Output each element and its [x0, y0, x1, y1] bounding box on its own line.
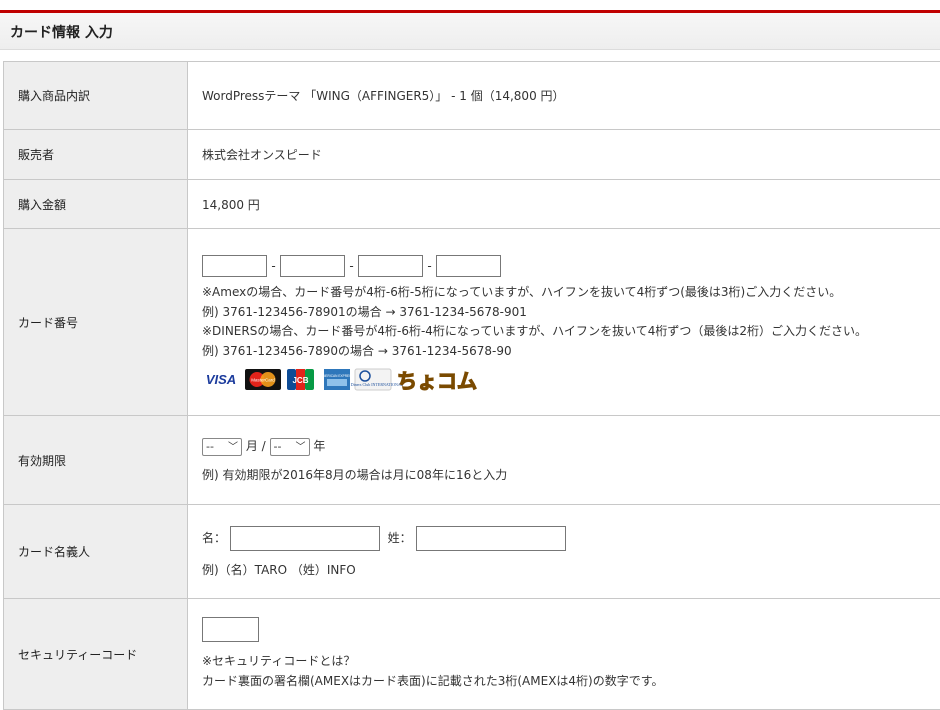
section-header: カード情報 入力 — [0, 13, 940, 50]
seller-label: 販売者 — [4, 130, 188, 180]
card-logos-svg: VISA MasterCard JCB — [202, 365, 482, 393]
last-name-input[interactable] — [416, 526, 566, 551]
row-seller: 販売者 株式会社オンスピード — [4, 130, 940, 180]
row-card-number: カード番号 - - - ※Amexの場合、カード番号が4桁-6桁-5桁になっています… — [4, 229, 940, 416]
svg-text:AMERICAN EXPRESS: AMERICAN EXPRESS — [321, 374, 354, 378]
page-title: カード情報 入力 — [10, 22, 113, 42]
holder-example: 例)（名）TARO （姓）INFO — [202, 561, 940, 578]
row-amount: 購入金額 14,800 円 — [4, 180, 940, 229]
card-dash-1: - — [267, 259, 280, 273]
security-note-title: ※セキュリティコードとは？ — [202, 652, 940, 672]
first-name-label: 名： — [202, 531, 226, 545]
svg-text:MasterCard: MasterCard — [251, 378, 275, 383]
card-number-input-1[interactable] — [202, 255, 267, 277]
chevron-down-icon: ﹀ — [296, 440, 306, 456]
item-value: WordPressテーマ 「WING（AFFINGER5）」 - 1 個（14,… — [188, 62, 940, 130]
card-form-table: 購入商品内訳 WordPressテーマ 「WING（AFFINGER5）」 - … — [3, 61, 940, 710]
chevron-down-icon: ﹀ — [228, 440, 238, 456]
holder-label: カード名義人 — [4, 505, 188, 599]
diners-logo: Diners Club INTERNATIONAL — [351, 369, 404, 390]
card-brand-logos: VISA MasterCard JCB — [202, 365, 940, 391]
amex-note: ※Amexの場合、カード番号が4桁-6桁-5桁になっていますが、ハイフンを抜いて… — [202, 283, 940, 303]
card-dash-2: - — [345, 259, 358, 273]
expiry-year-select[interactable]: -- ﹀ — [270, 438, 310, 456]
card-number-label: カード番号 — [4, 229, 188, 416]
svg-text:JCB: JCB — [292, 376, 308, 385]
card-number-input-2[interactable] — [280, 255, 345, 277]
amount-label: 購入金額 — [4, 180, 188, 229]
expiry-month-value: -- — [206, 440, 214, 453]
amount-value: 14,800 円 — [188, 180, 940, 229]
visa-logo: VISA — [202, 370, 240, 388]
expiry-cell: -- ﹀ 月 / -- ﹀ 年 例) 有効期限が2016年8月の場合は月に08年に1… — [188, 416, 940, 505]
item-label: 購入商品内訳 — [4, 62, 188, 130]
amex-example: 例) 3761-123456-78901の場合 → 3761-1234-5678… — [202, 303, 940, 323]
expiry-year-unit: 年 — [313, 439, 325, 453]
jcb-logo: JCB — [287, 369, 314, 390]
last-name-label: 姓： — [388, 531, 412, 545]
seller-value: 株式会社オンスピード — [188, 130, 940, 180]
amex-logo: AMERICAN EXPRESS — [321, 369, 354, 390]
row-expiry: 有効期限 -- ﹀ 月 / -- ﹀ 年 例) 有効期限が2016年8月の場合は月に… — [4, 416, 940, 505]
row-security: セキュリティーコード ※セキュリティコードとは？ カード裏面の署名欄(AMEXは… — [4, 599, 940, 710]
security-code-input[interactable] — [202, 617, 259, 642]
expiry-year-value: -- — [274, 440, 282, 453]
expiry-example: 例) 有効期限が2016年8月の場合は月に08年に16と入力 — [202, 466, 940, 483]
expiry-month-unit: 月 — [246, 439, 258, 453]
diners-note: ※DINERSの場合、カード番号が4桁-6桁-4桁になっていますが、ハイフンを抜… — [202, 322, 940, 342]
svg-text:VISA: VISA — [206, 372, 236, 387]
diners-example: 例) 3761-123456-7890の場合 → 3761-1234-5678-… — [202, 342, 940, 362]
expiry-month-select[interactable]: -- ﹀ — [202, 438, 242, 456]
card-number-input-4[interactable] — [436, 255, 501, 277]
chocom-logo: ちょコム — [397, 369, 477, 393]
security-label: セキュリティーコード — [4, 599, 188, 710]
card-number-cell: - - - ※Amexの場合、カード番号が4桁-6桁-5桁になっていますが、ハイフン… — [188, 229, 940, 416]
svg-text:ちょコム: ちょコム — [397, 369, 477, 393]
holder-cell: 名： 姓： 例)（名）TARO （姓）INFO — [188, 505, 940, 599]
first-name-input[interactable] — [230, 526, 380, 551]
row-holder: カード名義人 名： 姓： 例)（名）TARO （姓）INFO — [4, 505, 940, 599]
row-item: 購入商品内訳 WordPressテーマ 「WING（AFFINGER5）」 - … — [4, 62, 940, 130]
security-note-body: カード裏面の署名欄(AMEXはカード表面)に記載された3桁(AMEXは4桁)の数… — [202, 672, 940, 692]
svg-text:Diners Club INTERNATIONAL: Diners Club INTERNATIONAL — [351, 382, 404, 387]
expiry-slash: / — [262, 439, 266, 453]
expiry-label: 有効期限 — [4, 416, 188, 505]
mastercard-logo: MasterCard — [245, 369, 281, 390]
security-cell: ※セキュリティコードとは？ カード裏面の署名欄(AMEXはカード表面)に記載され… — [188, 599, 940, 710]
card-number-input-3[interactable] — [358, 255, 423, 277]
card-dash-3: - — [423, 259, 436, 273]
